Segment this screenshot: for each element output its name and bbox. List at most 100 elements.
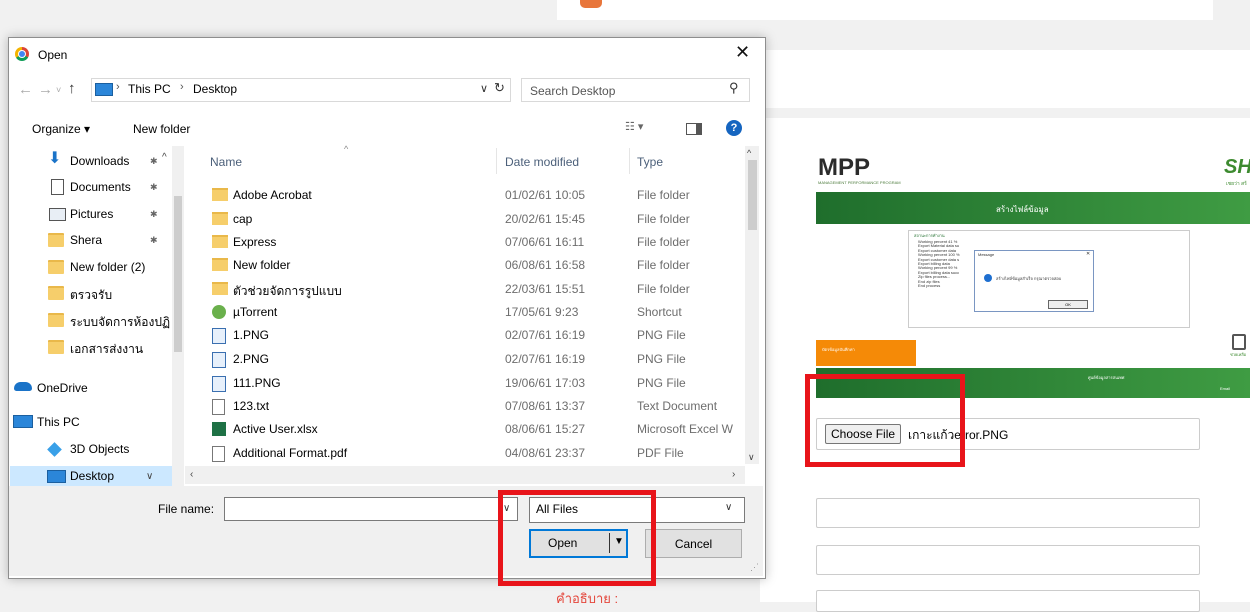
folder-icon: [212, 282, 228, 295]
organize-menu[interactable]: Organize ▾: [32, 122, 90, 136]
file-date: 07/08/61 13:37: [505, 399, 586, 413]
computer-icon: [13, 415, 33, 428]
file-date: 17/05/61 9:23: [505, 305, 579, 319]
nav-scrollbar-thumb[interactable]: [174, 196, 182, 352]
file-name[interactable]: New folder: [233, 258, 290, 272]
text-file-icon: [212, 399, 225, 415]
forward-arrow-icon[interactable]: →: [38, 81, 53, 98]
preview-panel-title: สถานะการทำงาน: [914, 233, 945, 238]
file-name[interactable]: 123.txt: [233, 399, 269, 413]
up-arrow-icon[interactable]: ↑: [68, 80, 76, 97]
search-input[interactable]: [530, 84, 710, 98]
documents-icon: [51, 179, 64, 195]
file-date: 22/03/61 15:51: [505, 282, 586, 296]
breadcrumb-desktop[interactable]: Desktop: [193, 82, 237, 96]
top-card: [557, 0, 1213, 20]
filter-dropdown-icon[interactable]: ∨: [725, 502, 732, 513]
sidebar-item-shera[interactable]: Shera: [70, 233, 102, 247]
column-header-date[interactable]: Date modified: [505, 155, 579, 169]
file-name[interactable]: cap: [233, 212, 252, 226]
cancel-button[interactable]: Cancel: [645, 529, 742, 558]
pin-icon: ✱: [150, 156, 158, 166]
text-field-3[interactable]: [816, 590, 1200, 612]
preview-footer-text: ศูนย์ข้อมูลสารสนเทศ: [1088, 375, 1125, 380]
preview-orange-label: บัตรข้อมูลบันทึกค่า: [822, 347, 855, 352]
sidebar-item-desktop[interactable]: Desktop: [70, 469, 114, 483]
cloud-icon: [14, 382, 32, 391]
sidebar-item-folder-7[interactable]: ระบบจัดการห้องปฏิ: [70, 313, 172, 332]
column-divider[interactable]: [496, 148, 497, 174]
column-divider[interactable]: [629, 148, 630, 174]
file-name-input[interactable]: [224, 497, 518, 521]
resize-grip-icon[interactable]: ⋰: [750, 562, 759, 573]
scroll-right-icon[interactable]: ›: [732, 469, 735, 480]
file-name[interactable]: Additional Format.pdf: [233, 446, 347, 460]
file-name[interactable]: Express: [233, 235, 276, 249]
scroll-left-icon[interactable]: ‹: [190, 469, 193, 480]
file-name[interactable]: Active User.xlsx: [233, 422, 318, 436]
file-list-scrollbar-thumb[interactable]: [748, 160, 757, 230]
preview-side-label: ช่วยเหลือ: [1230, 352, 1247, 357]
preview-brand-sub: เชยว่า สร้: [1226, 181, 1247, 187]
folder-icon: [48, 313, 64, 327]
highlight-box-choose-file: [805, 374, 965, 467]
text-field-2[interactable]: [816, 545, 1200, 575]
preview-pane-icon[interactable]: [686, 123, 702, 135]
pin-icon: ✱: [150, 209, 158, 219]
image-file-icon: [212, 328, 226, 344]
chrome-icon: [15, 47, 29, 61]
folder-icon: [212, 188, 228, 201]
folder-icon: [212, 258, 228, 271]
folder-icon: [212, 212, 228, 225]
column-header-type[interactable]: Type: [637, 155, 663, 169]
sidebar-item-downloads[interactable]: Downloads: [70, 154, 129, 168]
sidebar-item-onedrive[interactable]: OneDrive: [37, 381, 88, 395]
file-name[interactable]: Adobe Acrobat: [233, 188, 312, 202]
dialog-title: Open: [38, 48, 68, 62]
list-scroll-up-icon[interactable]: ^: [747, 148, 751, 158]
sidebar-item-folder-6[interactable]: ตรวจรับ: [70, 286, 112, 305]
list-scroll-down-icon[interactable]: ∨: [748, 452, 755, 463]
file-name[interactable]: 2.PNG: [233, 352, 269, 366]
breadcrumb-this-pc[interactable]: This PC: [128, 82, 171, 96]
breadcrumb-separator: ›: [116, 81, 120, 93]
address-dropdown-icon[interactable]: ∨: [480, 82, 488, 95]
search-icon[interactable]: ⚲: [729, 80, 739, 96]
text-field-1[interactable]: [816, 498, 1200, 528]
file-date: 20/02/61 15:45: [505, 212, 586, 226]
pictures-icon: [49, 208, 66, 221]
horizontal-scrollbar[interactable]: [185, 466, 745, 484]
column-header-name[interactable]: Name: [210, 155, 242, 169]
file-date: 07/06/61 16:11: [505, 235, 585, 249]
sidebar-item-folder-8[interactable]: เอกสารส่งงาน: [70, 340, 143, 359]
refresh-icon[interactable]: ↻: [494, 80, 505, 96]
sidebar-item-pictures[interactable]: Pictures: [70, 207, 113, 221]
new-folder-button[interactable]: New folder: [133, 122, 190, 136]
excel-file-icon: [212, 422, 226, 436]
file-date: 01/02/61 10:05: [505, 188, 586, 202]
desktop-icon: [47, 470, 66, 483]
help-icon[interactable]: ?: [726, 120, 742, 136]
file-name[interactable]: 1.PNG: [233, 328, 269, 342]
close-icon[interactable]: ✕: [735, 42, 750, 63]
sidebar-item-3d-objects[interactable]: 3D Objects: [70, 442, 129, 456]
preview-logo: MPP: [818, 154, 871, 181]
folder-icon: [48, 260, 64, 274]
sidebar-item-new-folder-2[interactable]: New folder (2): [70, 260, 145, 274]
back-arrow-icon[interactable]: ←: [18, 81, 33, 98]
this-pc-icon: [95, 83, 113, 96]
recent-locations-icon[interactable]: ˅: [56, 85, 61, 95]
sidebar-item-documents[interactable]: Documents: [70, 180, 131, 194]
book-icon: [1232, 334, 1246, 350]
file-date: 02/07/61 16:19: [505, 328, 586, 342]
view-options-icon[interactable]: ☷ ▾: [625, 120, 643, 133]
file-name[interactable]: 111.PNG: [233, 376, 281, 390]
nav-scroll-down-icon[interactable]: ∨: [146, 471, 153, 482]
preview-content: MPP MANAGEMENT PERFORMANCE PROGRAM SH เช…: [816, 152, 1250, 400]
preview-logo-sub: MANAGEMENT PERFORMANCE PROGRAM: [818, 180, 901, 185]
file-name[interactable]: ตัวช่วยจัดการรูปแบบ: [233, 282, 342, 301]
sidebar-item-this-pc[interactable]: This PC: [37, 415, 80, 429]
file-type: File folder: [637, 235, 690, 249]
file-name[interactable]: µTorrent: [233, 305, 277, 319]
nav-scroll-up-icon[interactable]: ^: [162, 152, 167, 163]
